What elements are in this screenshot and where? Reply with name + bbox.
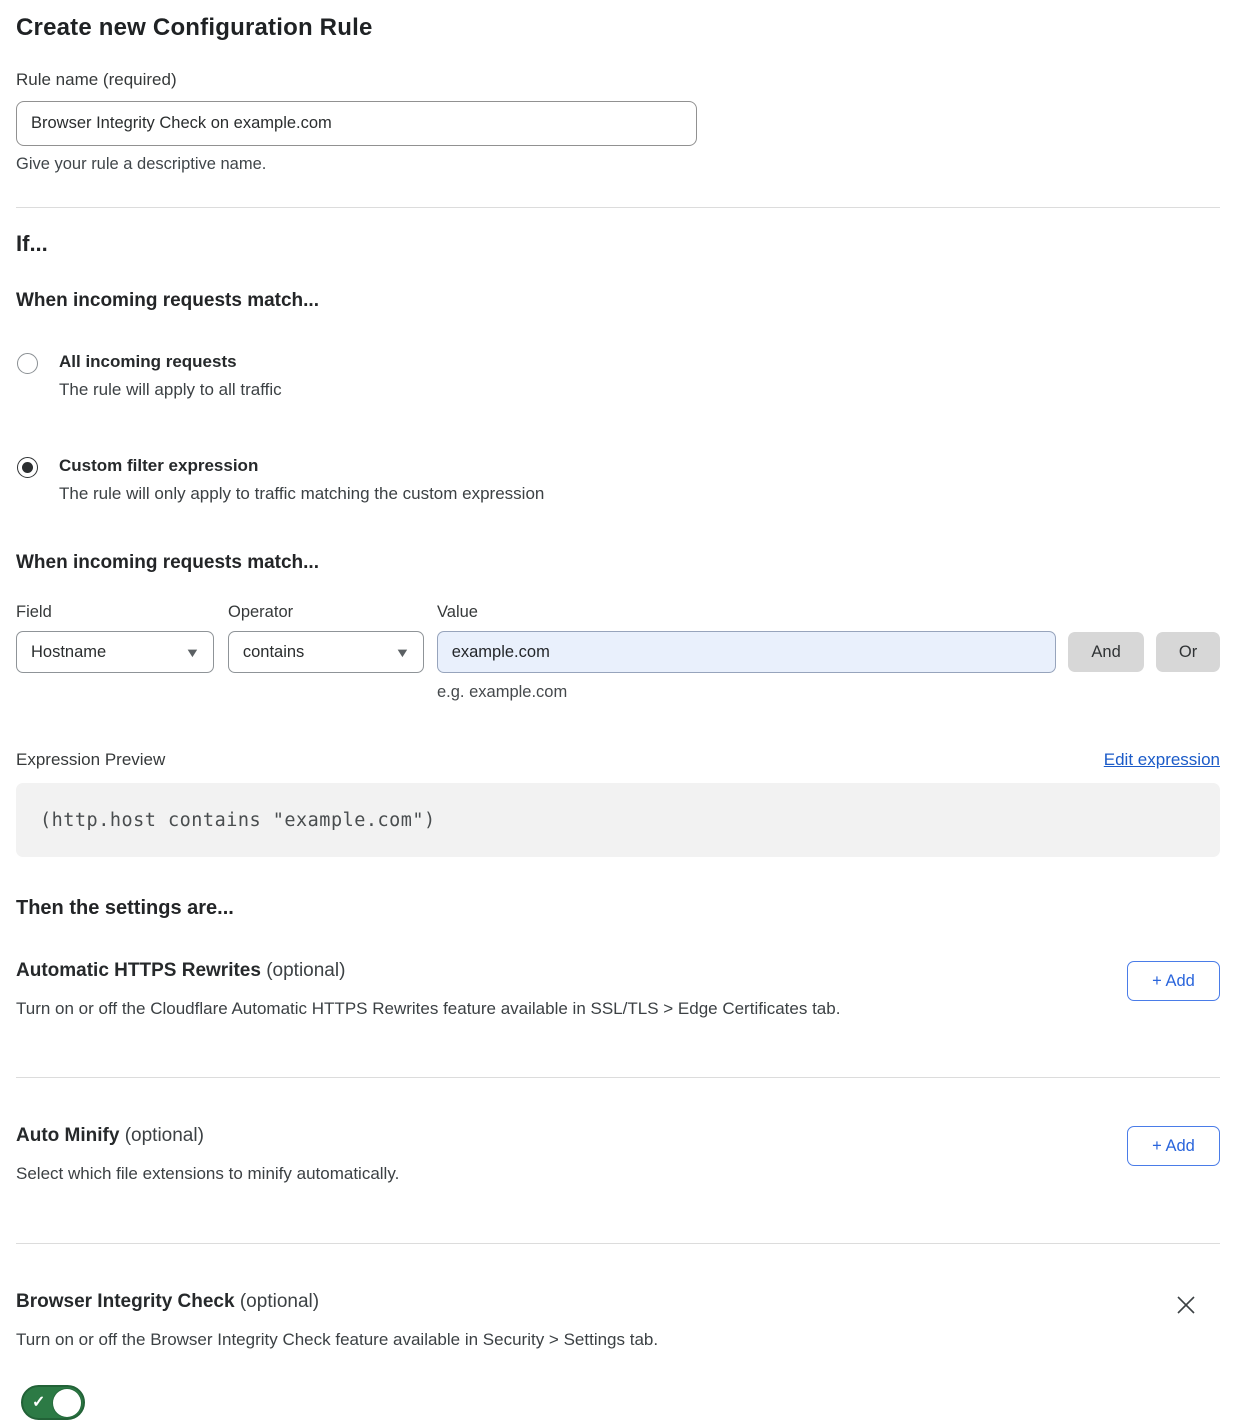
field-select[interactable]: Hostname ▼ bbox=[16, 631, 214, 673]
radio-button-icon[interactable] bbox=[17, 457, 38, 478]
check-icon: ✓ bbox=[32, 1392, 45, 1412]
setting-description: Turn on or off the Browser Integrity Che… bbox=[16, 1330, 658, 1350]
and-button[interactable]: And bbox=[1068, 632, 1144, 672]
when-incoming-requests-heading: When incoming requests match... bbox=[16, 290, 1220, 312]
value-column-label: Value bbox=[437, 603, 478, 622]
chevron-down-icon: ▼ bbox=[394, 645, 410, 660]
browser-integrity-check-toggle[interactable]: ✓ bbox=[21, 1385, 85, 1420]
edit-expression-link[interactable]: Edit expression bbox=[1104, 750, 1220, 770]
operator-column-label: Operator bbox=[228, 603, 437, 622]
rule-name-label: Rule name (required) bbox=[16, 70, 1220, 90]
setting-browser-integrity-check: Browser Integrity Check (optional) Turn … bbox=[16, 1291, 1220, 1350]
rule-name-help: Give your rule a descriptive name. bbox=[16, 155, 1220, 174]
setting-title: Browser Integrity Check bbox=[16, 1291, 235, 1312]
add-automatic-https-rewrites-button[interactable]: + Add bbox=[1127, 961, 1220, 1001]
page-title: Create new Configuration Rule bbox=[16, 14, 1220, 42]
expression-preview-box: (http.host contains "example.com") bbox=[16, 783, 1220, 857]
radio-option-custom-filter-expression[interactable]: Custom filter expression The rule will o… bbox=[16, 456, 1220, 504]
setting-title: Automatic HTTPS Rewrites bbox=[16, 960, 261, 981]
expression-builder-heading: When incoming requests match... bbox=[16, 552, 1220, 574]
operator-select[interactable]: contains ▼ bbox=[228, 631, 424, 673]
radio-option-description: The rule will apply to all traffic bbox=[59, 380, 282, 400]
expression-code: (http.host contains "example.com") bbox=[40, 810, 436, 831]
toggle-knob bbox=[53, 1389, 81, 1417]
add-auto-minify-button[interactable]: + Add bbox=[1127, 1126, 1220, 1166]
remove-setting-button[interactable] bbox=[1174, 1293, 1198, 1317]
create-configuration-rule-page: Create new Configuration Rule Rule name … bbox=[0, 0, 1237, 1425]
field-column-label: Field bbox=[16, 603, 228, 622]
close-icon bbox=[1174, 1293, 1198, 1317]
chevron-down-icon: ▼ bbox=[184, 645, 200, 660]
field-select-value: Hostname bbox=[31, 643, 106, 662]
radio-option-label: Custom filter expression bbox=[59, 456, 544, 476]
if-heading: If... bbox=[16, 231, 1220, 257]
setting-optional-tag: (optional) bbox=[235, 1291, 320, 1312]
then-settings-heading: Then the settings are... bbox=[16, 897, 1220, 920]
or-button[interactable]: Or bbox=[1156, 632, 1220, 672]
expression-preview-label: Expression Preview bbox=[16, 750, 165, 770]
rule-name-input[interactable] bbox=[16, 101, 697, 146]
radio-option-all-incoming-requests[interactable]: All incoming requests The rule will appl… bbox=[16, 352, 1220, 400]
setting-description: Select which file extensions to minify a… bbox=[16, 1164, 399, 1184]
setting-auto-minify: Auto Minify (optional) Select which file… bbox=[16, 1125, 1220, 1184]
radio-option-label: All incoming requests bbox=[59, 352, 282, 372]
setting-optional-tag: (optional) bbox=[119, 1125, 204, 1146]
setting-automatic-https-rewrites: Automatic HTTPS Rewrites (optional) Turn… bbox=[16, 960, 1220, 1019]
section-divider bbox=[16, 1077, 1220, 1078]
radio-button-icon[interactable] bbox=[17, 353, 38, 374]
section-divider bbox=[16, 207, 1220, 208]
setting-title: Auto Minify bbox=[16, 1125, 119, 1146]
setting-description: Turn on or off the Cloudflare Automatic … bbox=[16, 999, 840, 1019]
value-input[interactable] bbox=[437, 631, 1056, 673]
operator-select-value: contains bbox=[243, 643, 304, 662]
section-divider bbox=[16, 1243, 1220, 1244]
value-hint: e.g. example.com bbox=[437, 683, 1220, 702]
setting-optional-tag: (optional) bbox=[261, 960, 346, 981]
radio-option-description: The rule will only apply to traffic matc… bbox=[59, 484, 544, 504]
